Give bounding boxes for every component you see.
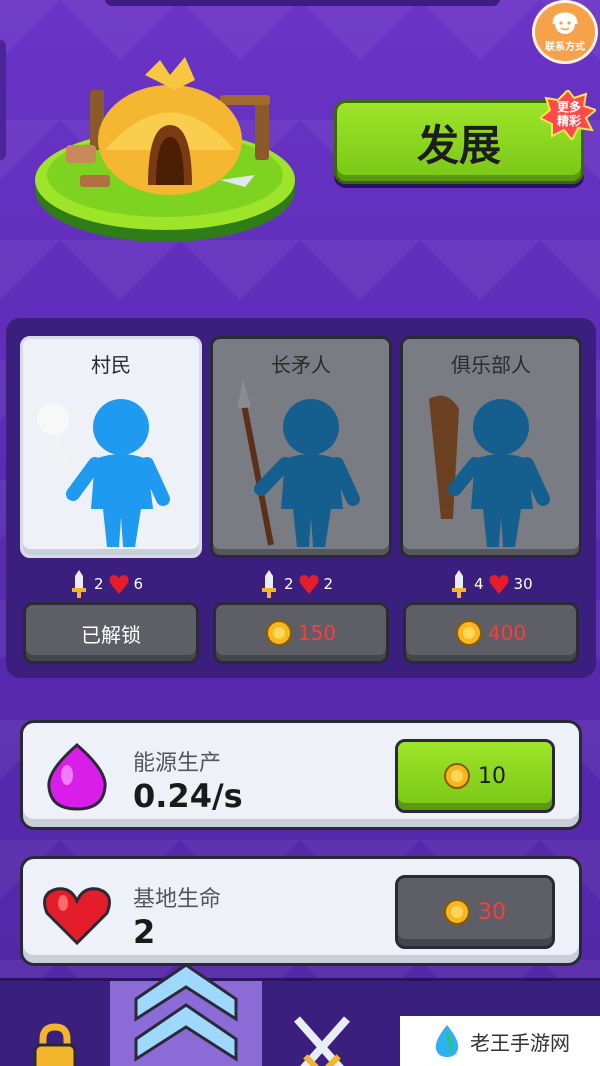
develop-label: 发展 [416,120,501,170]
health-value: 30 [513,575,533,593]
unit-card-clubman[interactable]: 俱乐部人 [400,336,582,558]
sword-icon [452,570,466,598]
spearman-figure-icon [237,379,360,547]
left-edge-tab [0,40,6,160]
unlocked-button[interactable]: 已解锁 [23,602,199,664]
base-health-row: 基地生命 2 30 [20,856,582,966]
upgrade-chevrons-icon [134,963,238,1062]
coin-icon [265,620,292,646]
contact-label: 联系方式 [545,41,585,53]
heart-icon [299,575,319,594]
padlock-icon [33,1023,77,1066]
nav-tab-upgrade[interactable] [110,963,262,1066]
nav-tab-battle[interactable] [262,981,382,1066]
upgrade-base-health-button[interactable]: 30 [395,875,555,949]
coin-icon [455,620,482,646]
unit-card-spearman[interactable]: 长矛人 [210,336,392,558]
unit-card-villager[interactable]: 村民 [20,336,202,558]
base-health-value: 2 [133,913,156,951]
unit-stats-spearman: 2 2 [258,568,333,600]
health-value: 2 [323,575,334,593]
clubman-figure-icon [429,395,550,547]
sword-icon [262,570,276,598]
coin-icon [444,763,470,789]
contact-button[interactable]: 联系方式 [532,0,598,64]
energy-cost: 10 [478,763,506,789]
headset-icon [552,11,578,34]
crossed-swords-icon [294,1016,350,1066]
energy-title: 能源生产 [133,751,222,776]
attack-value: 2 [284,575,294,593]
watermark-text: 老王手游网 [470,1030,570,1055]
buy-clubman-button[interactable]: 400 [403,602,579,664]
energy-value: 0.24/s [133,777,243,815]
heart-icon [109,575,129,594]
base-hut-image [35,57,295,242]
buy-spearman-button[interactable]: 150 [213,602,389,664]
attack-value: 4 [474,575,484,593]
heart-icon [43,887,111,946]
water-drop-logo-icon [435,1025,459,1057]
base-health-title: 基地生命 [133,887,222,912]
unlocked-label: 已解锁 [81,622,141,647]
badge-line-2: 精彩 [556,114,581,128]
badge-line-1: 更多 [556,100,581,114]
nav-tab-locked[interactable] [0,981,110,1066]
coin-icon [444,899,470,925]
price-value: 150 [297,621,337,645]
energy-production-row: 能源生产 0.24/s 10 [20,720,582,830]
unit-stats-villager: 2 6 [68,568,143,600]
watermark: 老王手游网 [400,1016,600,1066]
health-value: 6 [133,575,144,593]
energy-drop-icon [47,743,107,811]
unit-stats-clubman: 4 30 [448,568,533,600]
units-panel: 村民 长矛人 俱乐部人 2 6 2 2 4 30 已解锁 150 400 [6,318,596,678]
more-fun-badge[interactable]: 更多 精彩 [538,88,599,142]
attack-value: 2 [94,575,104,593]
top-bar-edge [105,0,500,6]
price-value: 400 [487,621,527,645]
base-health-cost: 30 [478,899,506,925]
sword-icon [72,570,86,598]
heart-icon [489,575,509,594]
villager-figure-icon [37,399,170,547]
upgrade-energy-button[interactable]: 10 [395,739,555,813]
